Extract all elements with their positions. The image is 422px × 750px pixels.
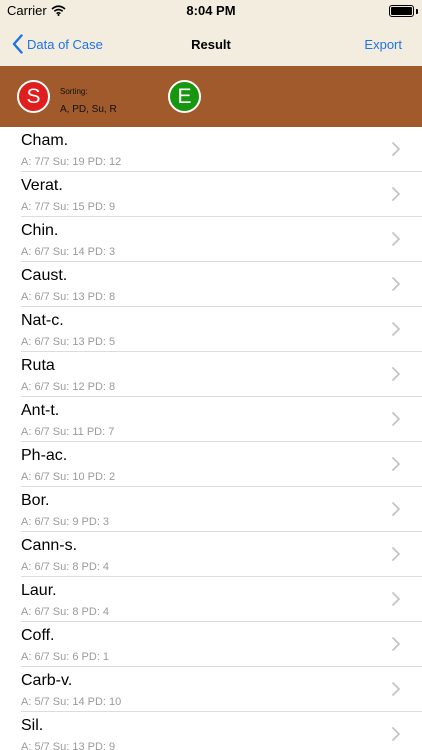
list-item[interactable]: Ruta A: 6/7 Su: 12 PD: 8 <box>0 352 422 397</box>
remedy-scores: A: 6/7 Su: 8 PD: 4 <box>21 561 110 573</box>
battery-fill <box>391 7 412 15</box>
export-button[interactable]: Export <box>364 37 402 52</box>
sorting-value: A, PD, Su, R <box>60 104 117 115</box>
remedy-name: Coff. <box>21 627 55 644</box>
sort-e-button[interactable]: E <box>168 80 201 113</box>
navigation-bar: Data of Case Result Export <box>0 22 422 66</box>
remedy-scores: A: 6/7 Su: 9 PD: 3 <box>21 516 110 528</box>
list-item[interactable]: Sil. A: 5/7 Su: 13 PD: 9 <box>0 712 422 750</box>
list-item[interactable]: Chin. A: 6/7 Su: 14 PD: 3 <box>0 217 422 262</box>
list-item[interactable]: Laur. A: 6/7 Su: 8 PD: 4 <box>0 577 422 622</box>
chevron-right-icon <box>392 682 400 696</box>
sort-s-button[interactable]: S <box>17 80 50 113</box>
chevron-right-icon <box>392 412 400 426</box>
result-list: Cham. A: 7/7 Su: 19 PD: 12 Verat. A: 7/7 Su… <box>0 127 422 750</box>
list-item[interactable]: Cann-s. A: 6/7 Su: 8 PD: 4 <box>0 532 422 577</box>
remedy-name: Cham. <box>21 132 69 149</box>
list-item[interactable]: Carb-v. A: 5/7 Su: 14 PD: 10 <box>0 667 422 712</box>
list-item[interactable]: Ph-ac. A: 6/7 Su: 10 PD: 2 <box>0 442 422 487</box>
remedy-scores: A: 6/7 Su: 13 PD: 8 <box>21 291 116 303</box>
chevron-right-icon <box>392 502 400 516</box>
remedy-scores: A: 6/7 Su: 8 PD: 4 <box>21 606 110 618</box>
list-item[interactable]: Verat. A: 7/7 Su: 15 PD: 9 <box>0 172 422 217</box>
remedy-name: Sil. <box>21 717 44 734</box>
remedy-scores: A: 7/7 Su: 19 PD: 12 <box>21 156 122 168</box>
remedy-name: Cann-s. <box>21 537 78 554</box>
remedy-name: Chin. <box>21 222 59 239</box>
remedy-name: Ruta <box>21 357 55 374</box>
remedy-scores: A: 5/7 Su: 13 PD: 9 <box>21 741 116 750</box>
chevron-right-icon <box>392 457 400 471</box>
remedy-name: Caust. <box>21 267 68 284</box>
remedy-name: Laur. <box>21 582 57 599</box>
sorting-bar: S Sorting: A, PD, Su, R E <box>0 66 422 127</box>
chevron-right-icon <box>392 727 400 741</box>
list-item[interactable]: Cham. A: 7/7 Su: 19 PD: 12 <box>0 127 422 172</box>
battery-nub <box>416 9 418 14</box>
remedy-scores: A: 7/7 Su: 15 PD: 9 <box>21 201 116 213</box>
remedy-scores: A: 6/7 Su: 11 PD: 7 <box>21 426 115 438</box>
remedy-scores: A: 6/7 Su: 6 PD: 1 <box>21 651 110 663</box>
sorting-label: Sorting: <box>60 87 88 96</box>
remedy-name: Verat. <box>21 177 63 194</box>
remedy-name: Bor. <box>21 492 50 509</box>
clock: 8:04 PM <box>186 3 236 18</box>
remedy-name: Nat-c. <box>21 312 64 329</box>
page-title: Result <box>191 37 231 52</box>
chevron-right-icon <box>392 187 400 201</box>
list-item[interactable]: Bor. A: 6/7 Su: 9 PD: 3 <box>0 487 422 532</box>
chevron-right-icon <box>392 232 400 246</box>
remedy-scores: A: 5/7 Su: 14 PD: 10 <box>21 696 122 708</box>
list-item[interactable]: Nat-c. A: 6/7 Su: 13 PD: 5 <box>0 307 422 352</box>
remedy-name: Ph-ac. <box>21 447 68 464</box>
chevron-right-icon <box>392 592 400 606</box>
chevron-right-icon <box>392 322 400 336</box>
remedy-scores: A: 6/7 Su: 14 PD: 3 <box>21 246 116 258</box>
remedy-name: Carb-v. <box>21 672 73 689</box>
chevron-right-icon <box>392 277 400 291</box>
remedy-scores: A: 6/7 Su: 13 PD: 5 <box>21 336 116 348</box>
chevron-right-icon <box>392 547 400 561</box>
list-item[interactable]: Coff. A: 6/7 Su: 6 PD: 1 <box>0 622 422 667</box>
chevron-right-icon <box>392 367 400 381</box>
battery-icon <box>389 5 414 17</box>
remedy-scores: A: 6/7 Su: 12 PD: 8 <box>21 381 116 393</box>
list-item[interactable]: Ant-t. A: 6/7 Su: 11 PD: 7 <box>0 397 422 442</box>
remedy-name: Ant-t. <box>21 402 60 419</box>
list-item[interactable]: Caust. A: 6/7 Su: 13 PD: 8 <box>0 262 422 307</box>
status-bar: Carrier 8:04 PM <box>0 0 422 22</box>
chevron-right-icon <box>392 637 400 651</box>
remedy-scores: A: 6/7 Su: 10 PD: 2 <box>21 471 116 483</box>
chevron-right-icon <box>392 142 400 156</box>
